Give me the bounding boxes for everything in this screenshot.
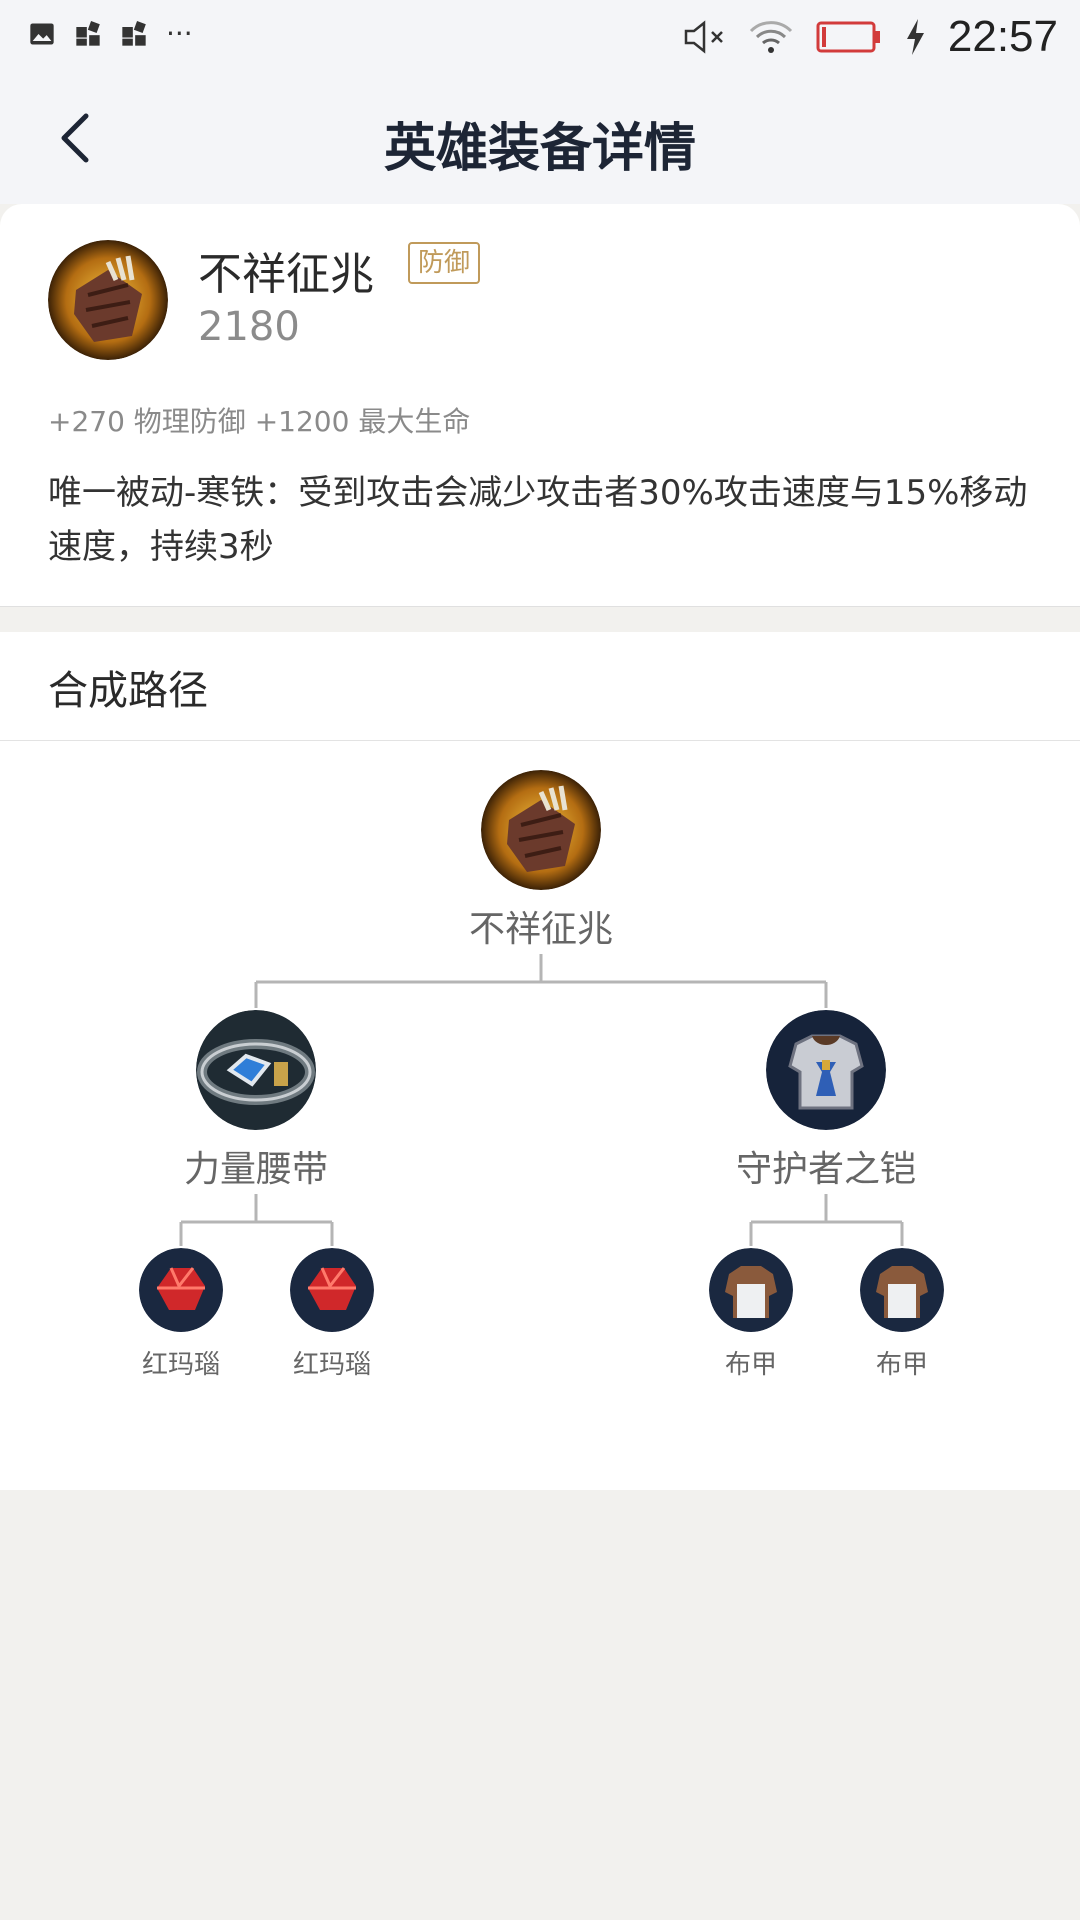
item-detail-card: 不祥征兆 防御 2180 +270 物理防御 +1200 最大生命 唯一被动-寒… [0, 204, 1080, 607]
cloth-armor-icon [709, 1248, 793, 1332]
item-category-badge: 防御 [408, 242, 481, 284]
build-path-card: 合成路径 不祥征兆 力量腰带 守护者之铠 红玛瑙 红玛瑙 布甲 布甲 [0, 632, 1080, 1490]
tree-node-label: 红玛瑙 [141, 1350, 220, 1380]
tree-node-label: 布甲 [724, 1350, 777, 1380]
omen-icon [48, 240, 168, 360]
omen-icon [481, 770, 601, 890]
tree-node-label: 不祥征兆 [468, 909, 613, 950]
image-icon [30, 23, 54, 45]
item-name: 不祥征兆 [198, 249, 374, 300]
nav-bar: 英雄装备详情 [0, 72, 1080, 204]
battery-low-icon [816, 21, 880, 53]
clock: 22:57 [947, 12, 1058, 61]
cloth-armor-icon [860, 1248, 944, 1332]
belt-icon [196, 1010, 316, 1130]
tree-node-armor[interactable]: 守护者之铠 [726, 1010, 926, 1192]
tree-node-red-gem[interactable]: 红玛瑙 [272, 1248, 392, 1381]
item-stats: +270 物理防御 +1200 最大生命 [48, 405, 471, 438]
page-title: 英雄装备详情 [383, 119, 696, 179]
app-grid-icon [122, 21, 146, 46]
tree-node-cloth-armor[interactable]: 布甲 [842, 1248, 962, 1381]
tree-node-label: 守护者之铠 [735, 1149, 916, 1190]
armor-icon [766, 1010, 886, 1130]
tree-node-label: 红玛瑙 [292, 1350, 371, 1380]
red-gem-icon [290, 1248, 374, 1332]
wifi-icon [749, 21, 792, 53]
status-bar: ··· 22:57 [0, 0, 1080, 72]
item-price: 2180 [198, 304, 300, 350]
charging-icon [906, 19, 924, 55]
tree-node-red-gem[interactable]: 红玛瑙 [121, 1248, 241, 1381]
red-gem-icon [139, 1248, 223, 1332]
mute-icon [684, 20, 723, 54]
item-description: 唯一被动-寒铁：受到攻击会减少攻击者30%攻击速度与15%移动速度，持续3秒 [48, 473, 1028, 567]
more-dots-icon: ··· [166, 17, 193, 50]
tree-node-cloth-armor[interactable]: 布甲 [691, 1248, 811, 1381]
tree-node-root[interactable]: 不祥征兆 [441, 770, 641, 952]
tree-node-belt[interactable]: 力量腰带 [156, 1010, 356, 1192]
tree-node-label: 力量腰带 [183, 1149, 328, 1190]
tree-node-label: 布甲 [875, 1350, 928, 1380]
app-grid-icon [76, 21, 100, 46]
